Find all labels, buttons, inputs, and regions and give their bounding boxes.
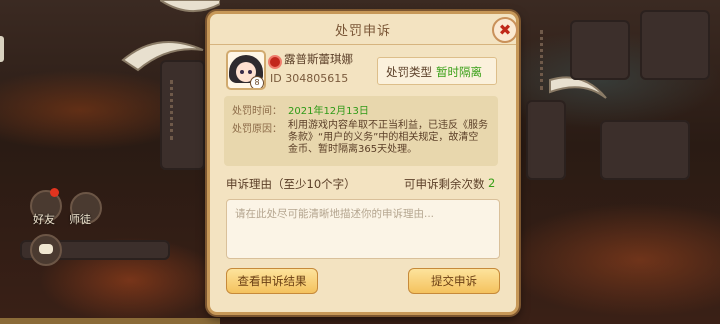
avatar-level-badge: 8 bbox=[250, 76, 264, 88]
chat-button[interactable] bbox=[30, 234, 62, 266]
view-appeal-result-button[interactable]: 查看申诉结果 bbox=[226, 268, 318, 294]
punishment-info-box: 处罚时间： 2021年12月13日 处罚原因： 利用游戏内容牟取不正当利益，已违… bbox=[224, 96, 498, 166]
player-id: ID 304805615 bbox=[270, 72, 349, 85]
rock-wall-right-2 bbox=[570, 20, 630, 80]
chat-bubble-icon bbox=[39, 244, 53, 254]
player-name: 露普斯蕾琪娜 bbox=[284, 52, 353, 66]
rank-icon bbox=[268, 55, 282, 69]
punishment-type-box: 处罚类型 暂时隔离 bbox=[377, 57, 497, 85]
appeal-reason-input[interactable]: 请在此处尽可能清晰地描述你的申诉理由... bbox=[226, 199, 500, 259]
punishment-type-value: 暂时隔离 bbox=[436, 65, 482, 79]
remaining-appeals-count: 2 bbox=[488, 176, 496, 190]
rock-wall-right-3 bbox=[640, 10, 710, 80]
remaining-appeals-label: 可申诉剩余次数 bbox=[404, 177, 485, 191]
submit-appeal-button[interactable]: 提交申诉 bbox=[408, 268, 500, 294]
chain-decoration-right bbox=[540, 30, 553, 90]
mentor-label: 师徒 bbox=[69, 213, 91, 226]
left-edge-tab[interactable] bbox=[0, 36, 4, 62]
notification-dot-icon bbox=[50, 188, 59, 197]
experience-bar bbox=[0, 318, 220, 324]
punishment-reason-label: 处罚原因： bbox=[232, 124, 282, 135]
punishment-time-value: 2021年12月13日 bbox=[288, 106, 369, 117]
avatar-eye-right bbox=[248, 70, 252, 74]
appeal-reason-placeholder: 请在此处尽可能清晰地描述你的申诉理由... bbox=[235, 208, 435, 220]
rock-wall-right-1 bbox=[526, 100, 566, 180]
punishment-time-label: 处罚时间： bbox=[232, 106, 282, 117]
friends-label: 好友 bbox=[33, 213, 55, 226]
avatar-eye-left bbox=[240, 70, 244, 74]
rock-wall-right-4 bbox=[600, 120, 690, 180]
close-icon[interactable]: ✖ bbox=[492, 17, 518, 43]
avatar: 8 bbox=[226, 50, 266, 90]
punishment-type-label: 处罚类型 bbox=[386, 65, 432, 79]
dialog-title: 处罚申诉 bbox=[334, 24, 391, 39]
appeal-dialog: 处罚申诉 ✖ 8 露普斯蕾琪娜 ID 304805615 处罚类型 暂时隔离 处… bbox=[207, 11, 519, 315]
dialog-titlebar: 处罚申诉 ✖ bbox=[210, 14, 518, 45]
punishment-reason-text: 利用游戏内容牟取不正当利益，已违反《服务条款》“用户的义务”中的相关规定，故清空… bbox=[288, 120, 488, 155]
appeal-reason-title: 申诉理由（至少10个字） bbox=[226, 177, 356, 191]
chain-decoration-left bbox=[170, 80, 183, 140]
